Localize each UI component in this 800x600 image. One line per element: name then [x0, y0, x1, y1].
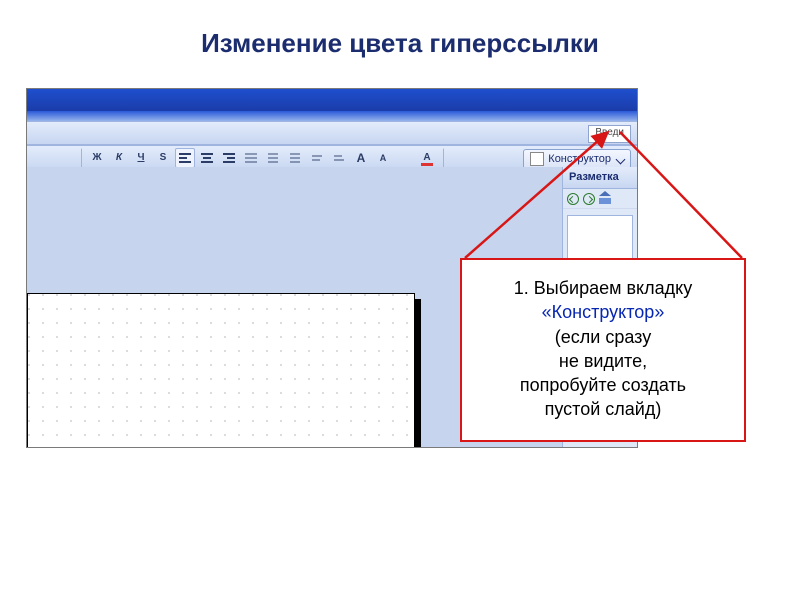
callout-text: Выбираем вкладку «Конструктор» (если сра… [474, 276, 732, 422]
bottom-whitespace [0, 534, 800, 600]
callout-rest-1: (если сразу [555, 327, 651, 347]
font-color-button[interactable]: A [417, 148, 437, 168]
callout-highlight: «Конструктор» [542, 302, 665, 322]
underline-button[interactable]: Ч [131, 148, 151, 168]
italic-button[interactable]: К [109, 148, 129, 168]
increase-indent-button[interactable] [329, 148, 349, 168]
toolbar-separator [81, 148, 83, 168]
callout-rest-4: пустой слайд) [545, 399, 662, 419]
misc-button[interactable] [395, 148, 415, 168]
align-justify-button[interactable] [241, 148, 261, 168]
callout-lead: Выбираем вкладку [534, 278, 692, 298]
decrease-indent-button[interactable] [307, 148, 327, 168]
align-left-button[interactable] [175, 148, 195, 168]
placeholder-btn-1[interactable] [33, 148, 53, 168]
align-center-button[interactable] [197, 148, 217, 168]
bullets-button[interactable] [285, 148, 305, 168]
instruction-callout: Выбираем вкладку «Конструктор» (если сра… [460, 258, 746, 442]
taskpane-nav-row [563, 189, 637, 209]
numbering-button[interactable] [263, 148, 283, 168]
placeholder-btn-2[interactable] [55, 148, 75, 168]
font-size-down-button[interactable]: A [373, 148, 393, 168]
align-right-button[interactable] [219, 148, 239, 168]
konstruktor-label: Конструктор [548, 153, 611, 165]
forward-icon[interactable] [583, 193, 595, 205]
page-title: Изменение цвета гиперссылки [0, 28, 800, 59]
konstruktor-button[interactable]: Конструктор [523, 149, 631, 169]
callout-rest-3: попробуйте создать [520, 375, 686, 395]
font-size-up-button[interactable]: A [351, 148, 371, 168]
font-color-letter: A [423, 153, 430, 163]
window-titlebar [27, 89, 637, 111]
help-search-box[interactable]: Введи [588, 125, 631, 143]
toolbar-row-1: Введи [27, 121, 637, 145]
taskpane-title: Разметка [563, 167, 637, 189]
home-icon[interactable] [599, 194, 611, 204]
back-icon[interactable] [567, 193, 579, 205]
slide-canvas[interactable] [27, 293, 415, 448]
toolbar-separator-2 [443, 148, 445, 168]
shadow-button[interactable]: S [153, 148, 173, 168]
callout-rest-2: не видите, [559, 351, 647, 371]
menubar-area [27, 111, 637, 121]
bold-button[interactable]: Ж [87, 148, 107, 168]
